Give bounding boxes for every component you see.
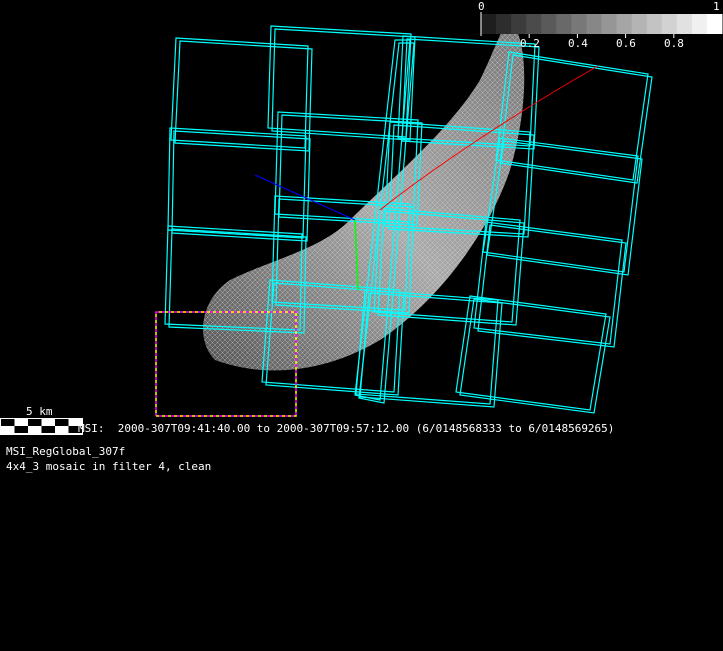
colorbar-step: [526, 14, 542, 34]
scale-bar-segment: [1, 419, 15, 426]
colorbar-tick-label: 0.8: [664, 37, 684, 50]
colorbar-step: [556, 14, 572, 34]
colorbar-step: [496, 14, 512, 34]
mosaic-view: [0, 12, 723, 435]
scale-bar-segment: [41, 426, 55, 433]
colorbar-step: [616, 14, 633, 34]
scale-bar-segment: [14, 426, 28, 433]
colorbar-step: [601, 14, 618, 34]
colorbar-tick-label: 0.4: [568, 37, 588, 50]
colorbar-step: [631, 14, 648, 34]
scale-bar: [0, 418, 83, 435]
product-title: MSI_RegGlobal_307f: [6, 445, 126, 458]
colorbar-step: [646, 14, 663, 34]
colorbar-tick-label: 0.2: [520, 37, 540, 50]
footprint: [267, 25, 412, 138]
product-subtitle: 4x4_3 mosaic in filter 4, clean: [6, 460, 212, 473]
colorbar-step: [511, 14, 527, 34]
colorbar-tick-label: 0.6: [616, 37, 636, 50]
colorbar-step: [706, 14, 723, 34]
colorbar-step: [571, 14, 587, 34]
colorbar-step: [661, 14, 678, 34]
colorbar-step: [586, 14, 602, 34]
scale-bar-segment: [55, 419, 69, 426]
colorbar-step: [691, 14, 708, 34]
colorbar-min-label: 0: [478, 0, 485, 13]
scale-bar-label: 5 km: [26, 405, 53, 418]
time-range: MSI: 2000-307T09:41:40.00 to 2000-307T09…: [78, 422, 615, 435]
colorbar-step: [676, 14, 693, 34]
colorbar-step: [541, 14, 557, 34]
colorbar-max-label: 1: [713, 0, 720, 13]
scale-bar-segment: [28, 419, 42, 426]
colorbar-step: [481, 14, 497, 34]
